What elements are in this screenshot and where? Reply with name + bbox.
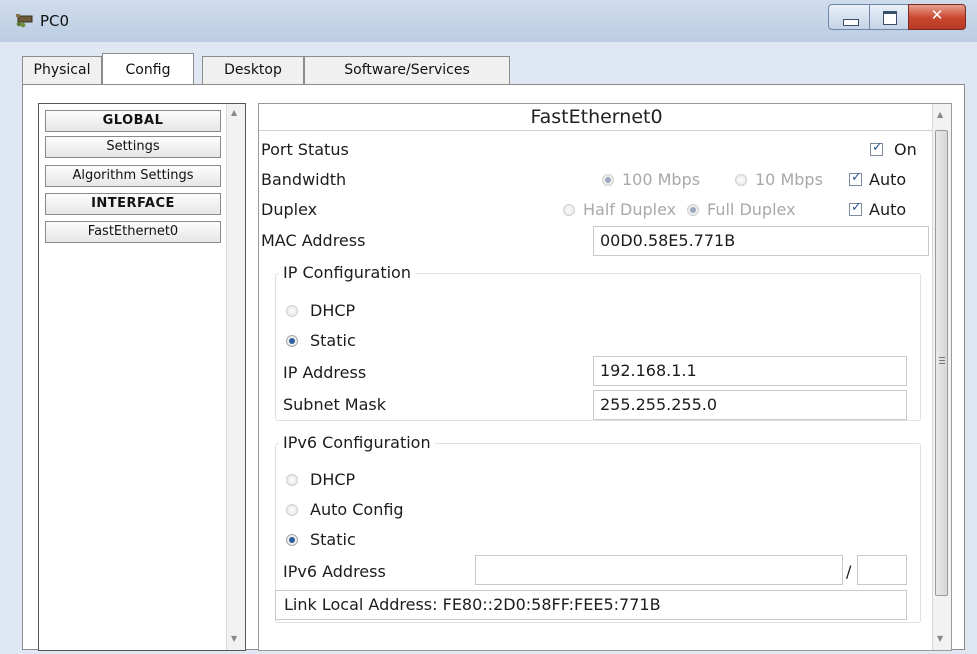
link-local-address-label: Link Local Address:: [284, 595, 438, 614]
subnet-mask-field[interactable]: 255.255.255.0: [593, 390, 907, 420]
app-icon: [16, 14, 33, 28]
close-icon: ✕: [930, 6, 944, 24]
bandwidth-100-label: 100 Mbps: [622, 170, 701, 189]
tab-desktop[interactable]: Desktop: [202, 56, 304, 85]
ipv6-prefix-field[interactable]: [857, 555, 907, 585]
close-button[interactable]: ✕: [908, 4, 966, 30]
scroll-up-icon[interactable]: ▲: [937, 110, 943, 119]
nav-item-algorithm-settings[interactable]: Algorithm Settings: [45, 165, 221, 187]
ipv6-address-field[interactable]: [475, 555, 843, 585]
scroll-up-icon[interactable]: ▲: [231, 108, 237, 117]
config-nav-list: GLOBAL Settings Algorithm Settings INTER…: [38, 103, 246, 651]
scroll-down-icon[interactable]: ▼: [937, 634, 943, 643]
ip-address-label: IP Address: [283, 363, 367, 382]
interface-scrollbar[interactable]: ▲ ▼: [932, 104, 951, 650]
ip-static-radio[interactable]: [286, 335, 298, 347]
bandwidth-label: Bandwidth: [261, 170, 347, 189]
port-status-label: Port Status: [261, 140, 349, 159]
duplex-auto-checkbox[interactable]: [849, 200, 862, 216]
scrollbar-grip-icon: [939, 357, 945, 358]
ipv6-auto-config-radio[interactable]: [286, 504, 298, 516]
bandwidth-10-radio[interactable]: [735, 174, 747, 186]
duplex-full-label: Full Duplex: [707, 200, 796, 219]
tab-config[interactable]: Config: [102, 53, 194, 86]
ip-static-label: Static: [310, 331, 356, 350]
bandwidth-10-label: 10 Mbps: [755, 170, 823, 189]
duplex-auto-label: Auto: [869, 200, 907, 219]
nav-item-settings[interactable]: Settings: [45, 136, 221, 158]
tab-physical[interactable]: Physical: [22, 56, 102, 85]
ipv6-auto-config-label: Auto Config: [310, 500, 404, 519]
ipv6-address-label: IPv6 Address: [283, 562, 386, 581]
ipv6-prefix-slash: /: [846, 562, 852, 581]
ip-config-title: IP Configuration: [279, 263, 415, 282]
nav-global-header[interactable]: GLOBAL: [45, 110, 221, 132]
duplex-full-radio[interactable]: [687, 204, 699, 216]
maximize-button[interactable]: [869, 4, 909, 30]
bandwidth-auto-label: Auto: [869, 170, 907, 189]
ipv6-static-radio[interactable]: [286, 534, 298, 546]
bandwidth-auto-checkbox[interactable]: [849, 170, 862, 186]
ip-dhcp-radio[interactable]: [286, 305, 298, 317]
mac-address-label: MAC Address: [261, 231, 366, 250]
ip-address-field[interactable]: 192.168.1.1: [593, 356, 907, 386]
title-bar[interactable]: PC0 ✕: [0, 0, 977, 42]
link-local-address-row: Link Local Address: FE80::2D0:58FF:FEE5:…: [275, 590, 907, 620]
port-status-on-label: On: [894, 140, 917, 159]
bandwidth-100-radio[interactable]: [602, 174, 614, 186]
link-local-address-value: FE80::2D0:58FF:FEE5:771B: [442, 595, 661, 614]
ip-dhcp-label: DHCP: [310, 301, 356, 320]
ipv6-dhcp-label: DHCP: [310, 470, 356, 489]
scroll-down-icon[interactable]: ▼: [231, 634, 237, 643]
ipv6-static-label: Static: [310, 530, 356, 549]
ipv6-dhcp-radio[interactable]: [286, 474, 298, 486]
duplex-label: Duplex: [261, 200, 318, 219]
ipv6-config-title: IPv6 Configuration: [279, 433, 435, 452]
duplex-half-radio[interactable]: [563, 204, 575, 216]
subnet-mask-label: Subnet Mask: [283, 395, 387, 414]
scrollbar-thumb[interactable]: [935, 130, 948, 596]
nav-interface-header[interactable]: INTERFACE: [45, 193, 221, 215]
nav-scrollbar[interactable]: ▲ ▼: [226, 104, 245, 650]
interface-title: FastEthernet0: [259, 104, 934, 131]
window-title: PC0: [40, 12, 70, 30]
maximize-icon: [883, 11, 897, 25]
mac-address-field[interactable]: 00D0.58E5.771B: [593, 226, 929, 256]
nav-item-fastethernet0[interactable]: FastEthernet0: [45, 221, 221, 243]
app-window: PC0 ✕ Physical Config Desktop Software/S…: [0, 0, 977, 654]
port-status-checkbox[interactable]: [870, 140, 883, 156]
interface-pane: FastEthernet0 Port Status On Bandwidth 1…: [258, 103, 952, 651]
minimize-icon: [843, 19, 859, 26]
duplex-half-label: Half Duplex: [583, 200, 677, 219]
minimize-button[interactable]: [828, 4, 870, 30]
tab-software-services[interactable]: Software/Services: [304, 56, 510, 85]
